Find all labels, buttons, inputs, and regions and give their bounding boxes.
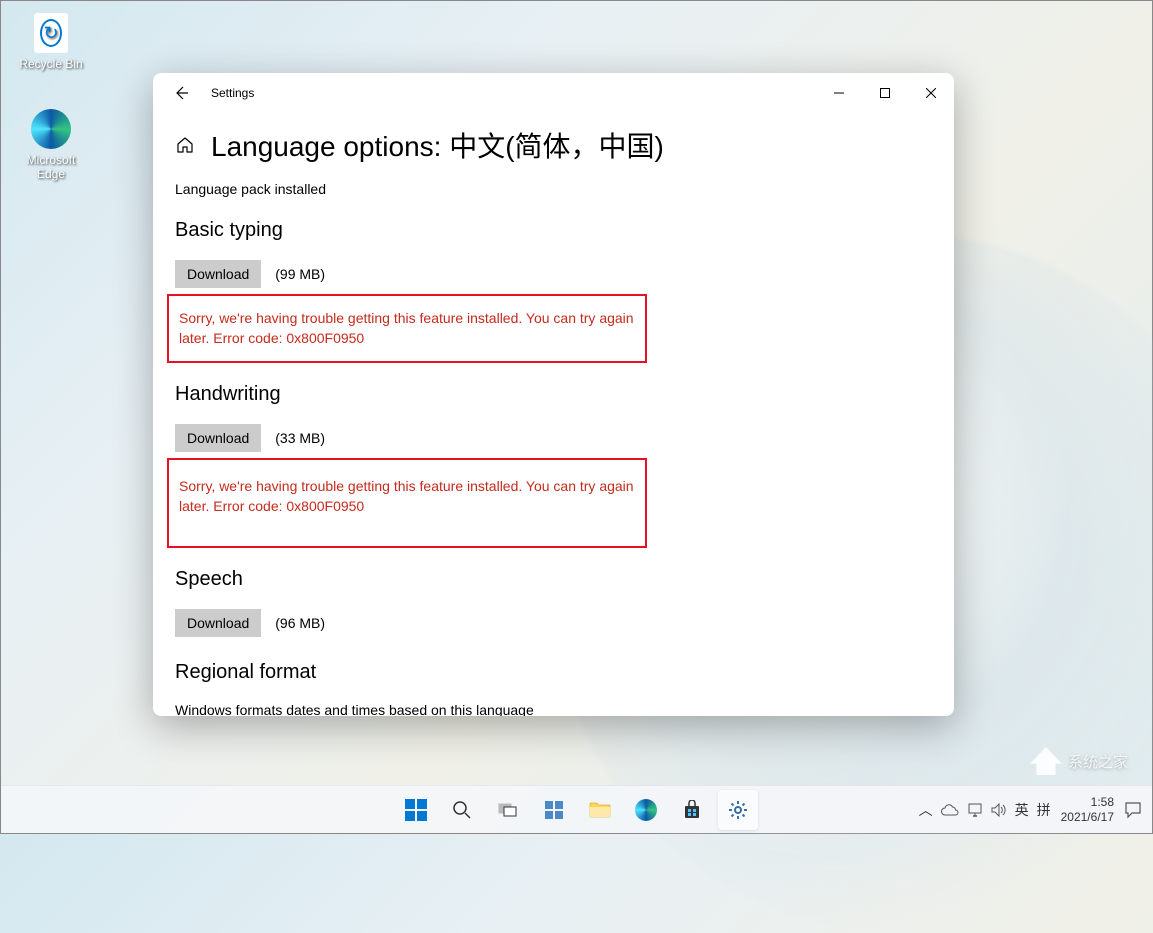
section-regional-format: Regional format Windows formats dates an… <box>175 661 932 716</box>
search-button[interactable] <box>442 790 482 830</box>
section-title: Basic typing <box>175 219 932 242</box>
volume-icon[interactable] <box>991 803 1007 817</box>
taskbar-center <box>396 790 758 830</box>
onedrive-icon[interactable] <box>941 804 959 816</box>
titlebar: Settings <box>153 73 954 113</box>
taskbar: ︿ 英 拼 1:58 2021/6/17 <box>1 785 1152 833</box>
file-explorer-button[interactable] <box>580 790 620 830</box>
clock[interactable]: 1:58 2021/6/17 <box>1061 795 1114 824</box>
maximize-button[interactable] <box>862 77 908 109</box>
error-text: Sorry, we're having trouble getting this… <box>179 476 635 517</box>
system-tray: ︿ 英 拼 <box>919 800 1051 820</box>
back-button[interactable] <box>165 77 197 109</box>
window-content: Language options: 中文(简体，中国) Language pac… <box>153 125 954 716</box>
download-size: (96 MB) <box>275 615 325 631</box>
section-title: Handwriting <box>175 383 932 406</box>
page-title: Language options: 中文(简体，中国) <box>211 125 664 165</box>
notifications-icon[interactable] <box>1124 801 1142 819</box>
download-button-basic-typing[interactable]: Download <box>175 260 261 288</box>
watermark: 系统之家 <box>1030 747 1128 775</box>
taskbar-right: ︿ 英 拼 1:58 2021/6/17 <box>919 795 1152 824</box>
task-view-button[interactable] <box>488 790 528 830</box>
regional-description: Windows formats dates and times based on… <box>175 702 932 716</box>
watermark-text: 系统之家 <box>1068 751 1128 772</box>
clock-time: 1:58 <box>1061 795 1114 809</box>
ime-language[interactable]: 英 <box>1015 800 1029 820</box>
section-handwriting: Handwriting Download (33 MB) Sorry, we'r… <box>175 383 932 549</box>
desktop-icon-recycle-bin[interactable]: Recycle Bin <box>16 13 86 71</box>
section-title: Regional format <box>175 661 932 684</box>
download-size: (33 MB) <box>275 430 325 446</box>
desktop-icon-label: Microsoft Edge <box>16 153 86 181</box>
watermark-logo-icon <box>1030 747 1062 775</box>
download-size: (99 MB) <box>275 266 325 282</box>
window-title: Settings <box>211 86 254 100</box>
ime-mode[interactable]: 拼 <box>1037 800 1051 820</box>
minimize-button[interactable] <box>816 77 862 109</box>
desktop-icon-label: Recycle Bin <box>16 57 86 71</box>
edge-icon <box>31 109 71 149</box>
settings-taskbar-button[interactable] <box>718 790 758 830</box>
error-box-basic-typing: Sorry, we're having trouble getting this… <box>167 294 647 363</box>
recycle-bin-icon <box>34 13 68 53</box>
error-text: Sorry, we're having trouble getting this… <box>179 308 635 349</box>
edge-taskbar-button[interactable] <box>626 790 666 830</box>
section-title: Speech <box>175 568 932 591</box>
home-icon[interactable] <box>175 135 195 155</box>
clock-date: 2021/6/17 <box>1061 810 1114 824</box>
desktop-icon-edge[interactable]: Microsoft Edge <box>16 109 86 181</box>
language-pack-status: Language pack installed <box>175 181 932 197</box>
download-button-speech[interactable]: Download <box>175 609 261 637</box>
settings-window: Settings Language options: 中文(简体，中国) Lan… <box>153 73 954 716</box>
section-basic-typing: Basic typing Download (99 MB) Sorry, we'… <box>175 219 932 363</box>
network-icon[interactable] <box>967 803 983 817</box>
start-button[interactable] <box>396 790 436 830</box>
section-speech: Speech Download (96 MB) <box>175 568 932 637</box>
error-box-handwriting: Sorry, we're having trouble getting this… <box>167 458 647 549</box>
store-button[interactable] <box>672 790 712 830</box>
download-button-handwriting[interactable]: Download <box>175 424 261 452</box>
close-button[interactable] <box>908 77 954 109</box>
tray-chevron-icon[interactable]: ︿ <box>919 800 933 820</box>
widgets-button[interactable] <box>534 790 574 830</box>
